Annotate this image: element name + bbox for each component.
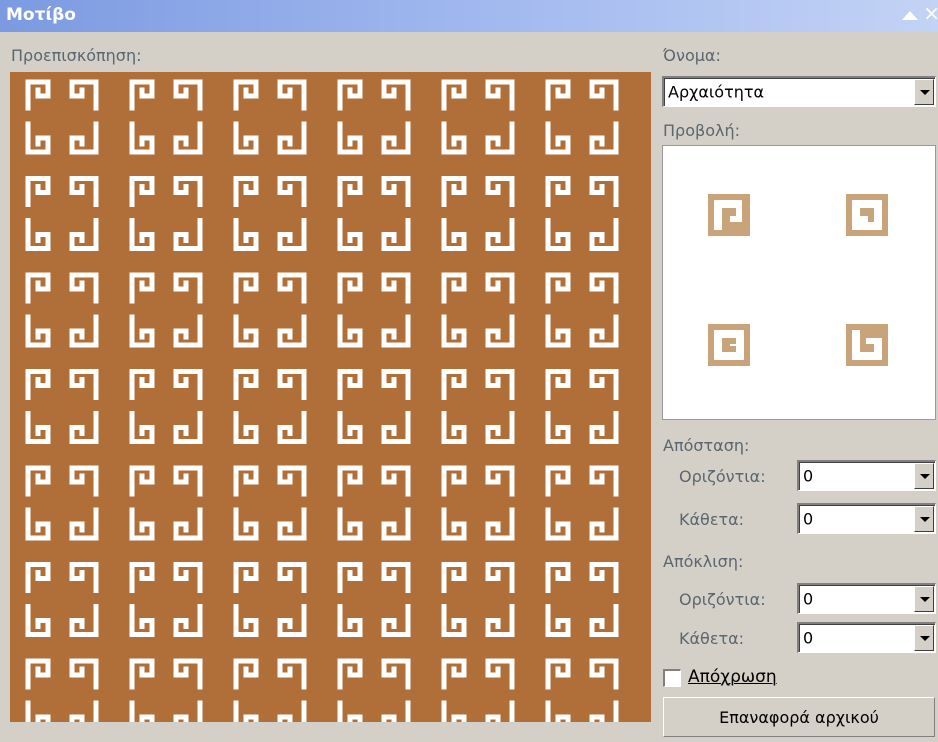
spacing-vertical-label: Κάθετα: [679,510,745,529]
spacing-horizontal-value: 0 [803,466,814,486]
offset-vertical-dropdown[interactable]: 0 [797,622,936,653]
greek-key-meander-icon [337,79,411,155]
name-value: Αρχαιότητα [668,82,765,102]
greek-key-meander-icon [25,79,99,155]
greek-key-meander-icon [129,369,203,444]
greek-key-meander-icon [441,272,515,348]
greek-key-meander-icon [337,465,411,541]
greek-key-meander-icon [441,658,515,722]
greek-key-meander-icon [441,562,515,637]
greek-key-meander-icon [441,176,515,251]
greek-key-meander-icon [233,465,307,541]
greek-key-meander-icon [545,79,619,155]
greek-key-meander-icon [129,465,203,541]
greek-key-meander-icon [545,369,619,444]
greek-key-meander-icon [441,369,515,444]
greek-key-meander-icon [129,562,203,637]
triangle-up-icon[interactable] [902,11,918,20]
greek-key-meander-icon [25,369,99,444]
chevron-down-icon[interactable] [914,463,934,489]
greek-key-spiral-icon [846,324,888,366]
greek-key-meander-icon [337,369,411,444]
window-title: Μοτίβο [6,5,76,25]
greek-key-meander-icon [545,562,619,637]
preview-label: Προεπισκόπηση: [11,46,142,65]
spacing-horizontal-label: Οριζόντια: [679,467,766,486]
chevron-down-icon[interactable] [914,506,934,532]
greek-key-meander-icon [441,465,515,541]
greek-key-meander-icon [25,658,99,722]
greek-key-meander-icon [25,465,99,541]
tint-checkbox[interactable] [663,669,681,687]
greek-key-meander-icon [337,272,411,348]
greek-key-meander-icon [129,272,203,348]
chevron-down-icon[interactable] [914,79,934,105]
greek-key-meander-icon [545,272,619,348]
spacing-label: Απόσταση: [663,436,750,455]
offset-vertical-label: Κάθετα: [679,629,745,648]
greek-key-spiral-icon [846,194,888,236]
tint-label[interactable]: Απόχρωση [688,667,777,687]
greek-key-meander-icon [25,79,619,722]
offset-label: Απόκλιση: [663,552,744,571]
pattern-preview [10,72,651,722]
chevron-down-icon[interactable] [914,586,934,612]
greek-key-meander-icon [129,176,203,251]
reset-button[interactable]: Επαναφορά αρχικού [663,697,935,737]
offset-vertical-value: 0 [803,628,814,648]
title-bar: Μοτίβο × [0,0,938,32]
spacing-horizontal-dropdown[interactable]: 0 [797,460,936,491]
greek-key-meander-icon [129,658,203,722]
greek-key-meander-icon [337,562,411,637]
greek-key-meander-icon [545,658,619,722]
greek-key-meander-icon [233,369,307,444]
greek-key-meander-icon [233,562,307,637]
chevron-down-icon[interactable] [914,625,934,651]
greek-key-meander-icon [233,272,307,348]
name-dropdown[interactable]: Αρχαιότητα [662,76,936,107]
greek-key-meander-icon [233,176,307,251]
spacing-vertical-dropdown[interactable]: 0 [797,503,936,534]
greek-key-meander-icon [337,176,411,251]
greek-key-meander-icon [337,658,411,722]
close-icon[interactable]: × [923,3,938,23]
greek-key-meander-icon [233,658,307,722]
view-label: Προβολή: [663,121,740,140]
offset-horizontal-value: 0 [803,589,814,609]
offset-horizontal-dropdown[interactable]: 0 [797,583,936,614]
greek-key-meander-icon [25,272,99,348]
pattern-view [662,145,936,420]
greek-key-meander-icon [545,176,619,251]
greek-key-meander-icon [545,465,619,541]
name-label: Όνομα: [663,46,721,65]
spacing-vertical-value: 0 [803,509,814,529]
greek-key-meander-icon [129,79,203,155]
greek-key-meander-icon [441,79,515,155]
greek-key-spiral-icon [708,324,750,366]
greek-key-meander-icon [25,176,99,251]
greek-key-meander-icon [25,562,99,637]
greek-key-spiral-icon [708,194,750,236]
greek-key-meander-icon [233,79,307,155]
offset-horizontal-label: Οριζόντια: [679,590,766,609]
